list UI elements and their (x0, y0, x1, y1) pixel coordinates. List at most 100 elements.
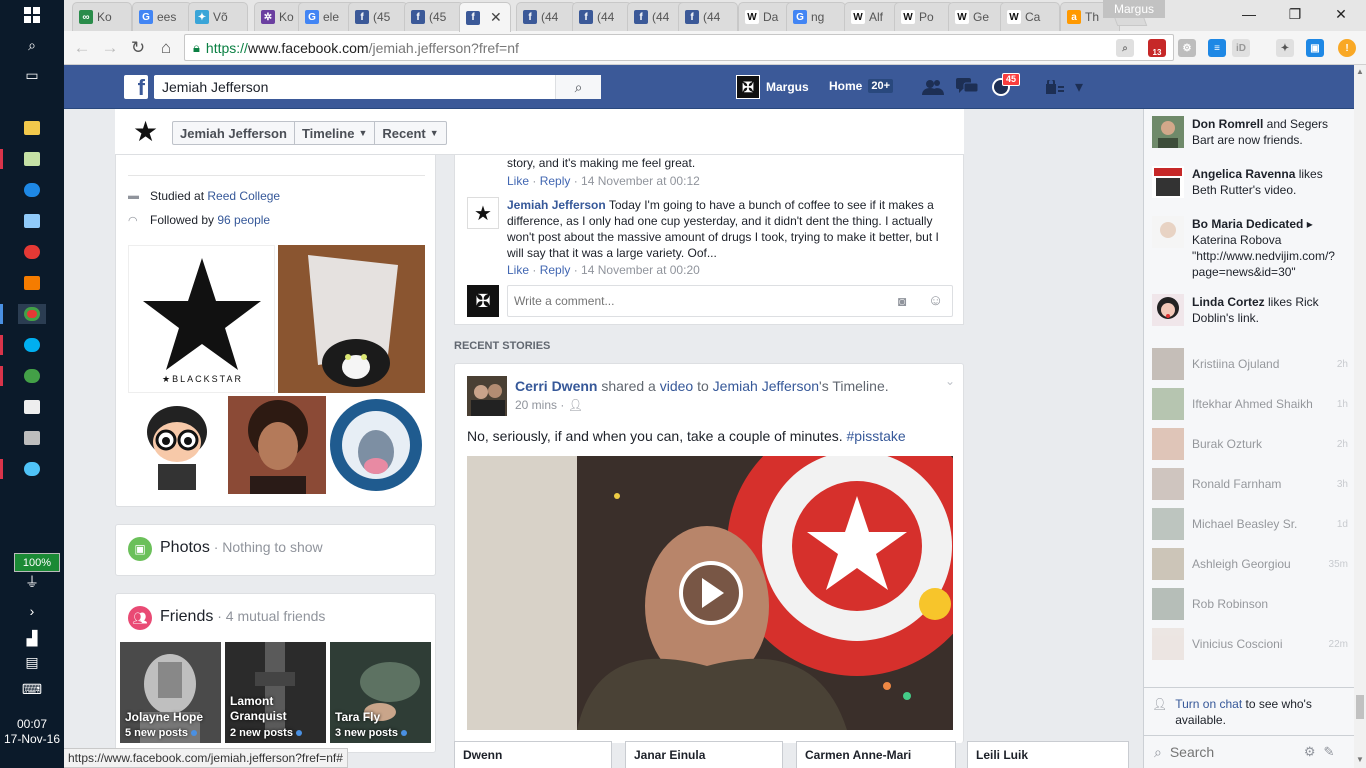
chat-search-input[interactable] (1169, 744, 1290, 760)
ticker-item[interactable]: Linda Cortez likes Rick Doblin's link. (1152, 294, 1348, 326)
emoji-icon[interactable]: ☺ (928, 292, 943, 309)
breadcrumb-profile-name[interactable]: Jemiah Jefferson (173, 122, 295, 144)
extension-bulb-icon[interactable]: ✦ (1276, 39, 1294, 57)
chat-contact[interactable]: Vinicius Coscioni 22m (1152, 628, 1348, 660)
commenter-avatar-star-icon[interactable]: ★ (467, 197, 499, 229)
school-link[interactable]: Reed College (207, 189, 280, 203)
network-app-icon[interactable] (18, 242, 46, 262)
photo-cat[interactable] (278, 245, 425, 393)
friend-tile[interactable]: Lamont Granquist 2 new posts (225, 642, 326, 743)
search-icon[interactable]: ⌕ (18, 35, 46, 55)
printer-icon[interactable] (18, 428, 46, 448)
chat-tab[interactable]: Janar Einula (625, 741, 783, 768)
reload-icon[interactable]: ↻ (125, 35, 151, 61)
browser-profile-chip[interactable]: Margus (1103, 0, 1165, 18)
photo-eeyore[interactable] (328, 396, 425, 494)
write-comment-input[interactable] (514, 292, 884, 310)
friends-title[interactable]: Friends · 4 mutual friends (160, 608, 325, 626)
facebook-search-input[interactable] (154, 76, 554, 98)
back-arrow-icon[interactable]: ← (69, 35, 95, 61)
keyboard-icon[interactable]: ⌨ (18, 679, 46, 699)
account-menu-chevron-icon[interactable]: ▾ (1068, 77, 1090, 97)
reply-link[interactable]: Reply (540, 174, 571, 188)
privacy-shortcuts-icon[interactable] (1044, 77, 1066, 97)
scroll-down-icon[interactable]: ▼ (1356, 755, 1364, 764)
notepad-icon[interactable] (18, 149, 46, 169)
chat-contact[interactable]: Burak Ozturk 2h (1152, 428, 1348, 460)
scrollbar-thumb[interactable] (1356, 695, 1364, 719)
ticker-item[interactable]: Don Romrell and Segers Bart are now frie… (1152, 116, 1348, 148)
followers-link[interactable]: 96 people (217, 213, 270, 227)
story-timestamp[interactable]: 20 mins (515, 398, 557, 412)
chat-tab[interactable]: Leili Luik (967, 741, 1129, 768)
scroll-up-icon[interactable]: ▲ (1356, 67, 1364, 76)
photo-blackstar[interactable]: ★BLACKSTAR (128, 245, 275, 393)
home-icon[interactable]: ⌂ (153, 35, 179, 61)
profile-thumb-star-icon[interactable]: ★ (133, 118, 158, 146)
new-message-icon[interactable]: ✎ (1324, 744, 1335, 760)
photo-portrait[interactable] (228, 396, 326, 494)
photo-viewer-icon[interactable] (18, 211, 46, 231)
story-options-chevron-icon[interactable]: ⌄ (945, 374, 955, 388)
media-app-icon[interactable] (18, 273, 46, 293)
globe-icon[interactable] (18, 180, 46, 200)
video-player[interactable] (467, 456, 953, 730)
chat-contact[interactable]: Iftekhar Ahmed Shaikh 1h (1152, 388, 1348, 420)
chat-contact[interactable]: Ronald Farnham 3h (1152, 468, 1348, 500)
photo-cartoon[interactable] (128, 396, 226, 494)
close-window-icon[interactable]: ✕ (1318, 0, 1364, 28)
extension-stack-icon[interactable]: ≡ (1208, 39, 1226, 57)
browser-tab[interactable]: f (44 (572, 2, 632, 31)
chat-contact[interactable]: Rob Robinson (1152, 588, 1348, 620)
breadcrumb-recent[interactable]: Recent ▼ (375, 122, 445, 144)
extension-alert-icon[interactable]: ! (1338, 39, 1356, 57)
photos-title[interactable]: Photos · Nothing to show (160, 539, 323, 557)
chat-contact[interactable]: Kristiina Ojuland 2h (1152, 348, 1348, 380)
hashtag-link[interactable]: #pisstake (847, 428, 906, 444)
chat-tab[interactable]: Dwenn (454, 741, 612, 768)
like-link[interactable]: Like (507, 263, 529, 277)
like-link[interactable]: Like (507, 174, 529, 188)
reply-link[interactable]: Reply (540, 263, 571, 277)
browser-tab[interactable]: ∞ Ko (72, 2, 132, 31)
audience-friends-icon[interactable]: 👤︎ (568, 398, 583, 412)
extension-zoom-icon[interactable]: ⌕ (1116, 39, 1134, 57)
chat-tab[interactable]: Carmen Anne-Mari (796, 741, 956, 768)
paint-icon[interactable] (18, 459, 46, 479)
battery-indicator[interactable]: 100% (14, 553, 60, 572)
task-view-icon[interactable]: ▭ (18, 65, 46, 85)
power-plug-icon[interactable]: ⏚ (18, 572, 46, 592)
chrome-icon[interactable] (18, 304, 46, 324)
friend-tile[interactable]: Jolayne Hope 5 new posts (120, 642, 221, 743)
action-center-icon[interactable]: ▤ (18, 652, 46, 672)
minimize-icon[interactable]: — (1226, 0, 1272, 28)
chat-contact[interactable]: Michael Beasley Sr. 1d (1152, 508, 1348, 540)
forward-arrow-icon[interactable]: → (97, 35, 123, 61)
camera-icon[interactable]: ◙ (898, 293, 906, 309)
browser-tab[interactable]: f (44 (516, 2, 576, 31)
play-button-icon[interactable] (679, 561, 743, 625)
home-link[interactable]: Home 20+ (829, 79, 894, 93)
story-target-link[interactable]: Jemiah Jefferson (713, 378, 819, 394)
browser-tab[interactable]: Gees (132, 2, 192, 31)
story-author-avatar[interactable] (467, 376, 507, 416)
profile-link[interactable]: ✠ Margus (736, 75, 809, 99)
address-bar[interactable]: 🔒︎ https://www.facebook.com/jemiah.jeffe… (184, 34, 1174, 61)
green-app-icon[interactable] (18, 366, 46, 386)
comment-author[interactable]: Jemiah Jefferson (507, 198, 606, 212)
write-comment-box[interactable]: ◙ ☺ (507, 285, 953, 317)
extension-badge-icon[interactable]: 13 (1148, 39, 1166, 57)
restore-icon[interactable]: ❐ (1272, 0, 1318, 28)
page-scrollbar[interactable]: ▲ ▼ (1354, 65, 1366, 768)
comment-timestamp[interactable]: 14 November at 00:20 (581, 263, 700, 277)
browser-tab[interactable]: f (45 (404, 2, 464, 31)
browser-tab[interactable]: W Ca (1000, 2, 1060, 31)
friend-tile[interactable]: Tara Fly 3 new posts (330, 642, 431, 743)
browser-tab[interactable]: f (44 (678, 2, 738, 31)
taskbar-clock[interactable]: 00:07 17-Nov-16 (0, 717, 64, 747)
ticker-item[interactable]: Angelica Ravenna likes Beth Rutter's vid… (1152, 166, 1348, 198)
network-icon[interactable]: ▟ (18, 628, 46, 648)
browser-tab[interactable]: W Ge (948, 2, 1008, 31)
file-explorer-icon[interactable] (18, 118, 46, 138)
breadcrumb-timeline[interactable]: Timeline ▼ (295, 122, 376, 144)
